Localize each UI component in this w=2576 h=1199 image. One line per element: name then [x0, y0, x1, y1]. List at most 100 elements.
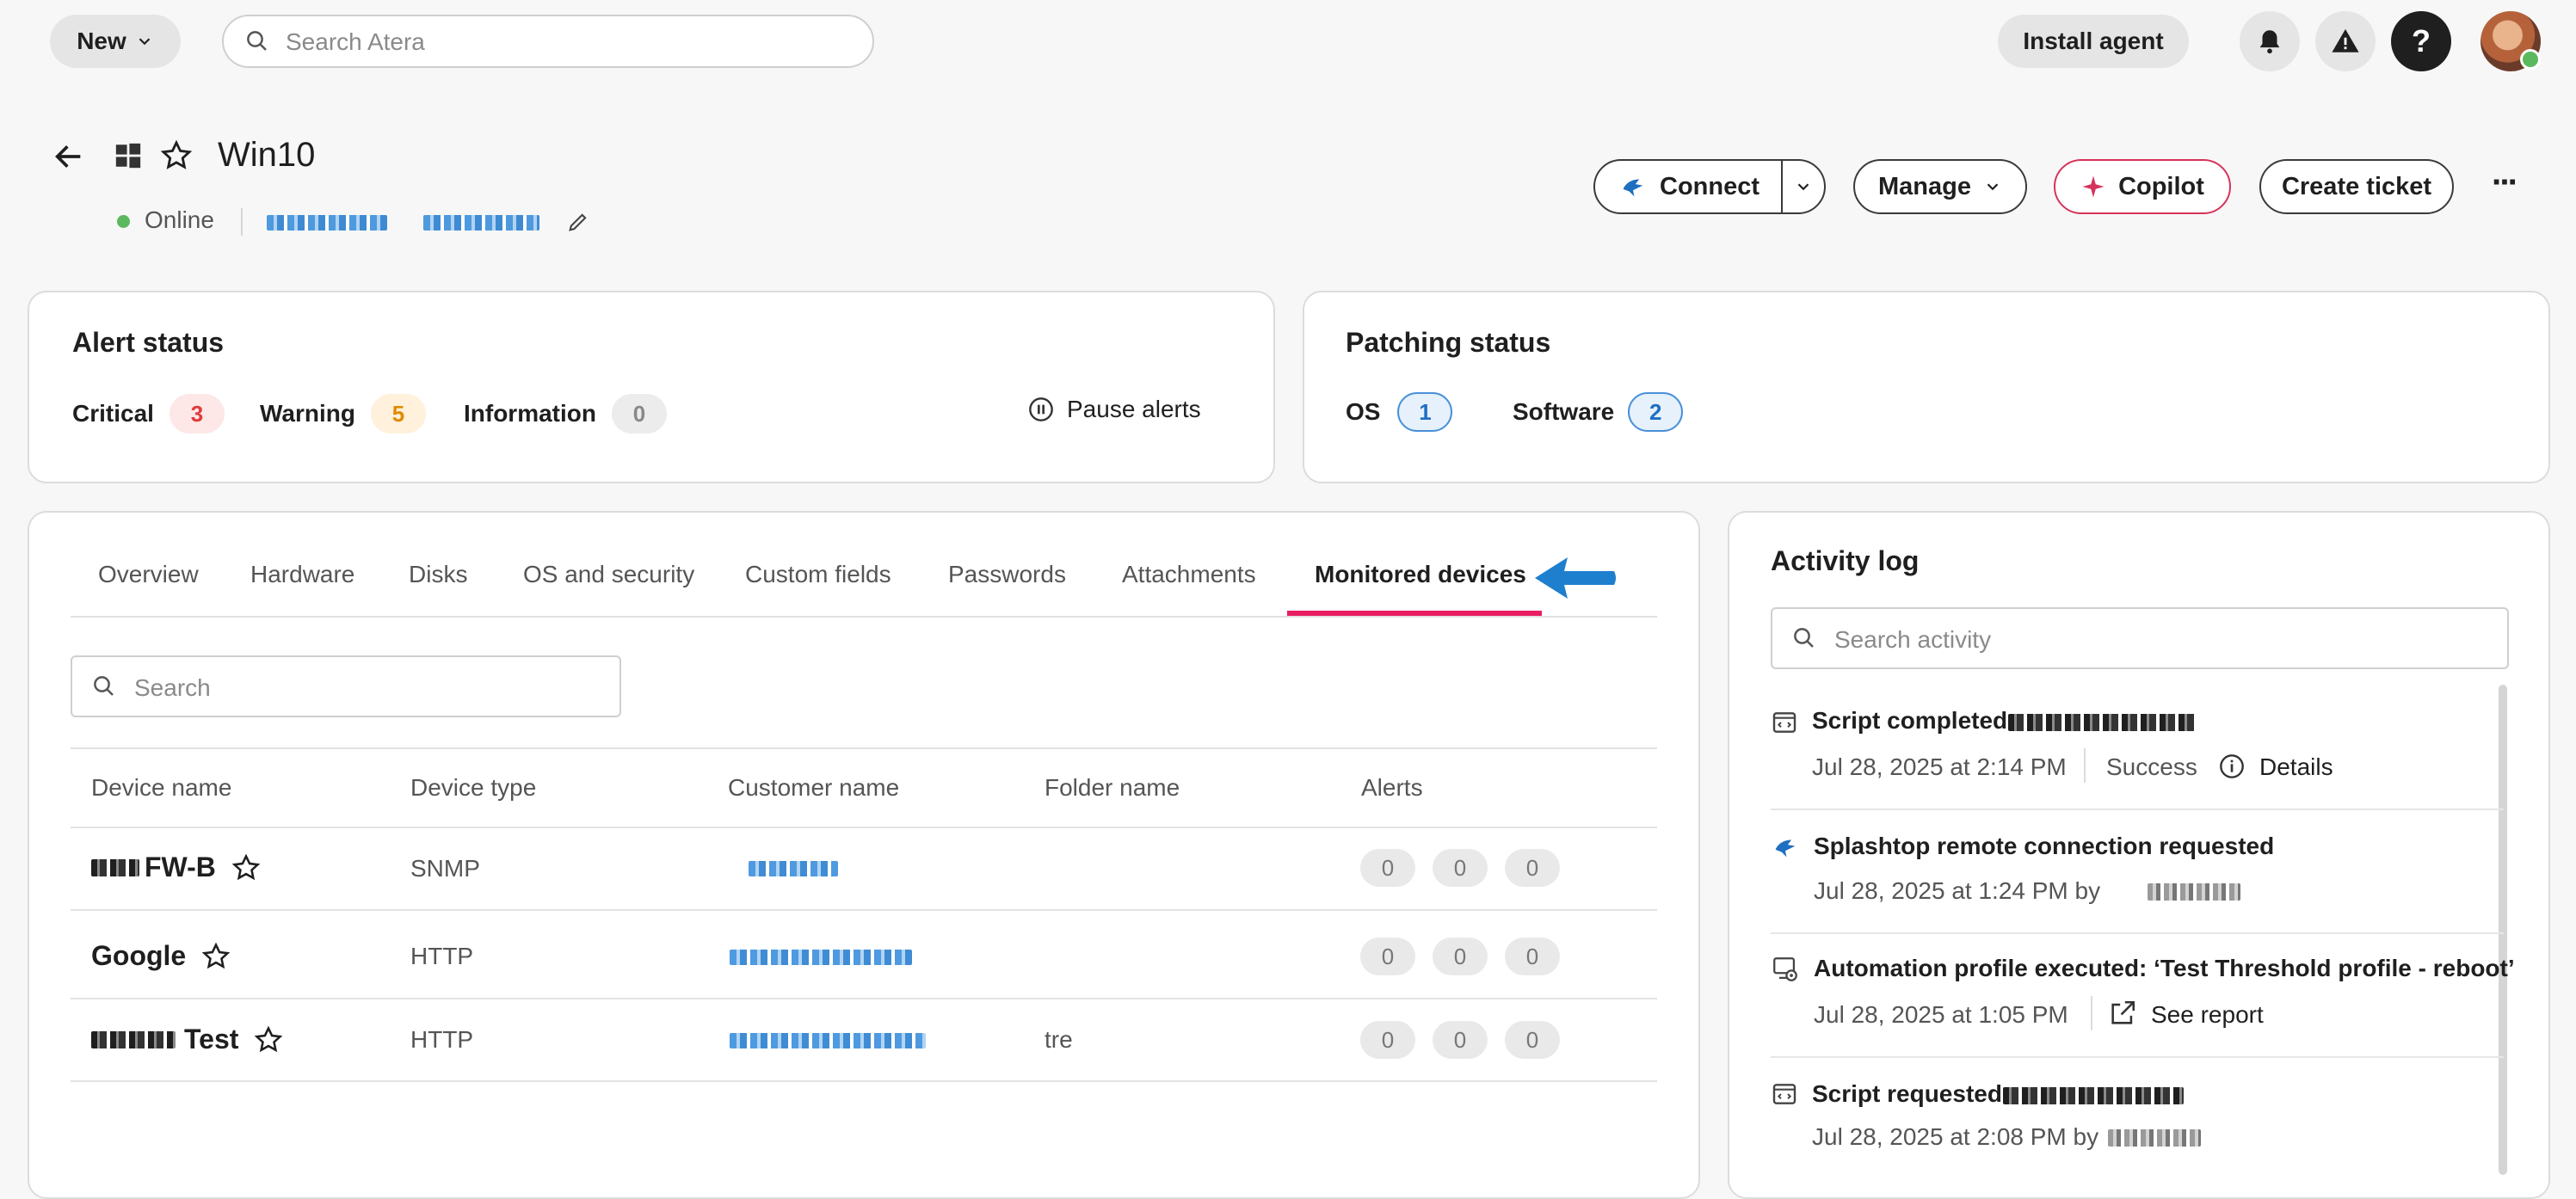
warning-alert-count: 0	[1433, 1021, 1488, 1059]
os-count-badge: 1	[1397, 392, 1453, 432]
activity-divider	[1771, 932, 2504, 934]
column-header-device-type[interactable]: Device type	[410, 774, 536, 802]
devices-search-input[interactable]: Search	[71, 655, 621, 717]
redacted-script-name	[2008, 714, 2196, 731]
copilot-button[interactable]: Copilot	[2054, 159, 2231, 214]
redacted-text	[91, 1030, 176, 1048]
notifications-button[interactable]	[2240, 11, 2300, 71]
os-patch-stat[interactable]: OS 1	[1346, 392, 1453, 432]
star-icon[interactable]	[160, 139, 193, 172]
tabs-bottom-border	[71, 616, 1657, 618]
device-type: HTTP	[410, 1026, 474, 1053]
avatar[interactable]	[2480, 11, 2541, 71]
edit-icon[interactable]	[566, 210, 590, 234]
tab-disks[interactable]: Disks	[409, 561, 467, 588]
information-stat[interactable]: Information 0	[464, 394, 667, 433]
software-patch-stat[interactable]: Software 2	[1513, 392, 1684, 432]
information-label: Information	[464, 400, 596, 427]
sparkle-icon	[2082, 175, 2105, 198]
tab-passwords[interactable]: Passwords	[948, 561, 1066, 588]
activity-scrollbar[interactable]	[2499, 685, 2507, 1175]
column-header-device-name[interactable]: Device name	[91, 774, 231, 802]
new-button[interactable]: New	[50, 15, 181, 68]
tab-custom-fields[interactable]: Custom fields	[745, 561, 891, 588]
chevron-down-icon	[1987, 183, 1999, 191]
manage-button[interactable]: Manage	[1853, 159, 2027, 214]
back-arrow-icon[interactable]	[52, 139, 86, 174]
redacted-user	[2108, 1129, 2201, 1147]
device-title: Win10	[218, 136, 316, 174]
activity-entry-time: Jul 28, 2025 at 2:08 PM by	[1812, 1123, 2099, 1150]
star-icon[interactable]	[231, 853, 261, 882]
column-header-folder-name[interactable]: Folder name	[1045, 774, 1180, 802]
critical-stat[interactable]: Critical 3	[72, 394, 225, 433]
pause-alerts-button[interactable]: Pause alerts	[1027, 396, 1201, 423]
see-report-link[interactable]: See report	[2151, 1001, 2264, 1029]
help-button[interactable]: ?	[2391, 11, 2451, 71]
row-divider	[71, 1080, 1657, 1082]
connect-button[interactable]: Connect	[1593, 159, 1784, 214]
activity-entry-title: Splashtop remote connection requested	[1814, 833, 2275, 859]
info-alert-count: 0	[1505, 938, 1560, 975]
folder-name: tre	[1045, 1026, 1073, 1053]
activity-entry-time: Jul 28, 2025 at 1:24 PM by	[1814, 877, 2101, 904]
activity-entry-time: Jul 28, 2025 at 2:14 PM	[1812, 753, 2067, 780]
info-alert-count: 0	[1505, 1021, 1560, 1059]
new-label: New	[77, 28, 126, 54]
table-row-device-name[interactable]: Google	[91, 940, 231, 972]
activity-divider	[1771, 809, 2504, 810]
table-row-device-name[interactable]: Test	[91, 1024, 283, 1055]
activity-search-placeholder: Search activity	[1834, 626, 1992, 653]
device-name: Test	[184, 1024, 239, 1055]
device-type: HTTP	[410, 943, 474, 969]
alert-counts: 0 0 0	[1360, 1021, 1560, 1059]
alert-status-card: Alert status Critical 3 Warning 5 Inform…	[28, 291, 1275, 483]
table-row-device-name[interactable]: FW-B	[91, 852, 261, 883]
tab-overview[interactable]: Overview	[98, 561, 199, 588]
column-header-alerts[interactable]: Alerts	[1361, 774, 1423, 802]
details-link[interactable]: Details	[2259, 753, 2333, 781]
column-header-customer-name[interactable]: Customer name	[728, 774, 899, 802]
status-dot	[117, 215, 130, 228]
tab-hardware[interactable]: Hardware	[250, 561, 354, 588]
warning-stat[interactable]: Warning 5	[260, 394, 426, 433]
more-options-button[interactable]: ···	[2492, 163, 2519, 202]
software-count-badge: 2	[1628, 392, 1684, 432]
install-agent-button[interactable]: Install agent	[1998, 15, 2189, 68]
software-label: Software	[1513, 398, 1615, 425]
bell-icon	[2259, 30, 2280, 54]
devices-search-placeholder: Search	[134, 674, 211, 701]
tab-attachments[interactable]: Attachments	[1122, 561, 1256, 588]
activity-search-input[interactable]: Search activity	[1771, 607, 2509, 669]
patching-status-card: Patching status OS 1 Software 2	[1303, 291, 2550, 483]
tab-monitored-devices[interactable]: Monitored devices	[1315, 561, 1526, 588]
customer-name-link[interactable]	[730, 950, 912, 965]
row-divider	[71, 998, 1657, 999]
create-ticket-button[interactable]: Create ticket	[2259, 159, 2454, 214]
star-icon[interactable]	[254, 1025, 283, 1055]
automation-icon	[1773, 957, 1797, 981]
divider	[2084, 748, 2086, 783]
activity-entry-title: Automation profile executed: ‘Test Thres…	[1814, 955, 2515, 981]
pointer-arrow-icon	[1535, 557, 1616, 599]
row-divider	[71, 909, 1657, 911]
active-tab-underline	[1287, 611, 1542, 616]
search-input[interactable]: Search Atera	[222, 15, 874, 68]
critical-count-badge: 3	[169, 394, 225, 433]
pause-alerts-label: Pause alerts	[1067, 396, 1201, 422]
online-indicator	[2520, 49, 2541, 70]
customer-name-link[interactable]	[749, 861, 838, 876]
create-ticket-label: Create ticket	[2281, 172, 2432, 200]
tab-os-and-security[interactable]: OS and security	[523, 561, 694, 588]
alerts-button[interactable]	[2315, 11, 2376, 71]
activity-log-title: Activity log	[1771, 545, 1920, 576]
info-icon[interactable]	[2218, 753, 2246, 780]
external-link-icon[interactable]	[2108, 999, 2137, 1028]
star-icon[interactable]	[201, 942, 231, 971]
customer-name-link[interactable]	[730, 1033, 926, 1048]
activity-entry-status: Success	[2106, 753, 2197, 780]
connect-dropdown-button[interactable]	[1781, 159, 1826, 214]
splashtop-icon	[1775, 839, 1796, 858]
script-icon	[1772, 712, 1796, 733]
table-top-border	[71, 747, 1657, 749]
